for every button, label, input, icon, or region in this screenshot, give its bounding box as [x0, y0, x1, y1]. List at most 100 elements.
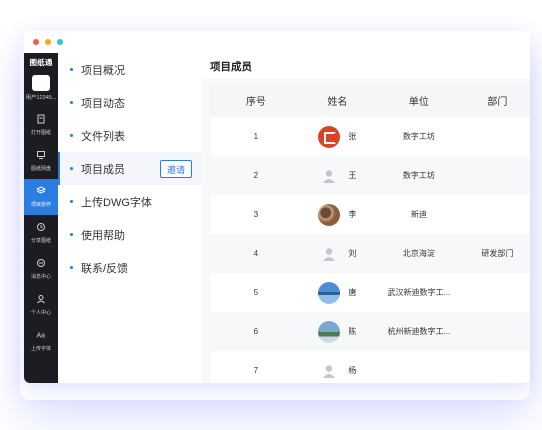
table-row[interactable]: 2 王 数字工坊	[210, 156, 530, 195]
nav-item-cloud-drive[interactable]: 图纸网盘	[24, 143, 58, 179]
menu-item[interactable]: 项目动态	[58, 86, 202, 119]
member-name-cell: 杨	[302, 351, 373, 383]
open-drawing-icon	[36, 114, 46, 129]
project-collab-icon	[35, 186, 47, 201]
member-unit: 数字工坊	[402, 132, 435, 141]
bullet-dot-icon	[70, 266, 73, 269]
row-number: 1	[253, 132, 259, 141]
nav-item-share[interactable]: 分享图纸	[24, 215, 58, 251]
share-icon	[36, 222, 46, 237]
member-unit: 武汉新迪数字工...	[387, 288, 451, 297]
member-name: 李	[348, 210, 357, 219]
member-avatar	[318, 320, 341, 343]
member-unit: 数字工坊	[373, 156, 465, 195]
left-nav: 图纸通 用户12345... 打开图纸 图纸网盘 项目协作 分享图纸 消息中心 个人中心 A…	[24, 53, 58, 383]
member-dept	[465, 351, 530, 383]
member-avatar	[318, 203, 341, 226]
invite-button[interactable]: 邀请	[159, 160, 192, 178]
menu-item-label: 文件列表	[81, 130, 125, 143]
member-unit: 北京海淀	[373, 234, 465, 273]
default-avatar-icon	[318, 243, 340, 265]
member-name-cell: 张	[302, 117, 373, 156]
menu-item[interactable]: 联系/反馈	[58, 251, 202, 284]
menu-item-label: 联系/反馈	[81, 262, 129, 275]
bullet-dot-icon	[70, 68, 73, 71]
table-row[interactable]: 4 刘 北京海淀 研发部门	[210, 234, 530, 273]
title-bar	[24, 31, 530, 53]
nav-item-label: 图纸网盘	[30, 166, 51, 172]
table-row[interactable]: 5 唐 武汉新迪数字工...	[210, 273, 530, 312]
table-row[interactable]: 7杨	[210, 351, 530, 383]
nav-item-font[interactable]: Aa 上传字体	[24, 323, 58, 359]
menu-item-label: 项目动态	[81, 97, 125, 110]
column-header[interactable]: 姓名	[301, 83, 374, 117]
nav-item-label: 项目协作	[30, 202, 51, 208]
bullet-dot-icon	[70, 167, 73, 170]
nav-list: 打开图纸图纸网盘项目协作分享图纸消息中心个人中心 Aa 上传字体	[24, 107, 58, 359]
column-header[interactable]: 单位	[373, 83, 465, 117]
nav-item-message[interactable]: 消息中心	[24, 251, 58, 287]
default-avatar-icon	[318, 360, 340, 382]
table-row[interactable]: 3 李 新迪	[210, 195, 530, 234]
column-header[interactable]: 序号	[210, 83, 302, 117]
table-header-row: 序号 姓名 单位 部门	[210, 83, 530, 117]
menu-item-label: 项目成员	[81, 163, 125, 176]
bullet-dot-icon	[70, 101, 73, 104]
menu-item[interactable]: 上传DWG字体	[58, 185, 202, 218]
member-dept	[465, 195, 530, 234]
font-icon: Aa	[36, 330, 46, 345]
project-side-menu: 项目概况项目动态文件列表项目成员 邀请上传DWG字体 使用帮助联系/反馈	[58, 53, 203, 383]
member-name-wrap: 杨	[303, 360, 372, 382]
nav-item-label: 消息中心	[30, 274, 51, 280]
member-name: 唐	[348, 288, 357, 297]
table-body: 1 张数字工坊 2 王数字工坊 3 李新迪 4 刘北京海淀 研发部门 5 唐武汉新迪数字工... 6 陈…	[210, 117, 530, 383]
table-row[interactable]: 1 张 数字工坊	[210, 117, 530, 156]
bullet-dot-icon	[70, 134, 73, 137]
row-number: 5	[253, 288, 259, 297]
nav-item-label: 打开图纸	[30, 130, 51, 136]
table-row[interactable]: 6 陈 杭州新迪数字工...	[210, 312, 530, 351]
minimize-window-icon[interactable]	[45, 39, 51, 45]
row-number: 4	[210, 234, 302, 273]
member-unit: 杭州新迪数字工...	[373, 312, 465, 351]
nav-item-person[interactable]: 个人中心	[24, 287, 58, 323]
row-number: 2	[210, 156, 302, 195]
member-name: 陈	[348, 327, 357, 336]
member-dept	[464, 156, 530, 195]
nav-item-project-collab[interactable]: 项目协作	[24, 179, 58, 215]
menu-item[interactable]: 项目成员 邀请	[58, 152, 202, 185]
member-name: 刘	[348, 249, 357, 258]
member-name: 张	[348, 132, 357, 141]
member-name: 王	[348, 171, 357, 180]
default-avatar-icon	[318, 165, 340, 187]
close-window-icon[interactable]	[33, 39, 39, 45]
maximize-window-icon[interactable]	[57, 39, 63, 45]
members-table: 序号 姓名 单位 部门 1 张数字工坊 2 王数字工坊 3 李新迪 4 刘北京海淀 研发部门 5 唐武汉新…	[210, 83, 530, 383]
menu-item-label: 使用帮助	[81, 229, 125, 242]
page-title: 项目成员	[202, 53, 530, 79]
main-content: 项目成员 序号 姓名 单位 部门 1 张数字工坊 2 王数字工坊 3 李新迪 4 刘北京海淀 研发部门…	[202, 53, 530, 383]
nav-item-label: 分享图纸	[30, 238, 51, 244]
menu-item-label: 上传DWG字体	[81, 196, 152, 209]
menu-item[interactable]: 文件列表	[58, 119, 202, 152]
row-number: 3	[253, 210, 259, 219]
message-icon	[36, 258, 46, 273]
app-window: 图纸通 用户12345... 打开图纸 图纸网盘 项目协作 分享图纸 消息中心 个人中心 A…	[24, 31, 530, 383]
bullet-dot-icon	[70, 233, 73, 236]
user-avatar[interactable]	[32, 75, 50, 91]
bullet-dot-icon	[70, 200, 73, 203]
members-table-wrap: 序号 姓名 单位 部门 1 张数字工坊 2 王数字工坊 3 李新迪 4 刘北京海淀 研发部门 5 唐武汉新…	[210, 83, 530, 383]
column-header[interactable]: 部门	[464, 83, 530, 117]
member-dept	[464, 312, 530, 351]
member-unit	[373, 351, 465, 383]
menu-item[interactable]: 项目概况	[58, 53, 202, 86]
nav-item-open-drawing[interactable]: 打开图纸	[24, 107, 58, 143]
member-name-cell: 王	[301, 156, 374, 195]
svg-text:Aa: Aa	[37, 333, 46, 340]
cloud-drive-icon	[36, 150, 46, 165]
menu-item[interactable]: 使用帮助	[58, 218, 202, 251]
nav-item-label: 上传字体	[30, 346, 51, 352]
member-name: 杨	[348, 366, 357, 375]
member-dept	[465, 117, 530, 156]
member-name-wrap: 王	[303, 165, 372, 187]
